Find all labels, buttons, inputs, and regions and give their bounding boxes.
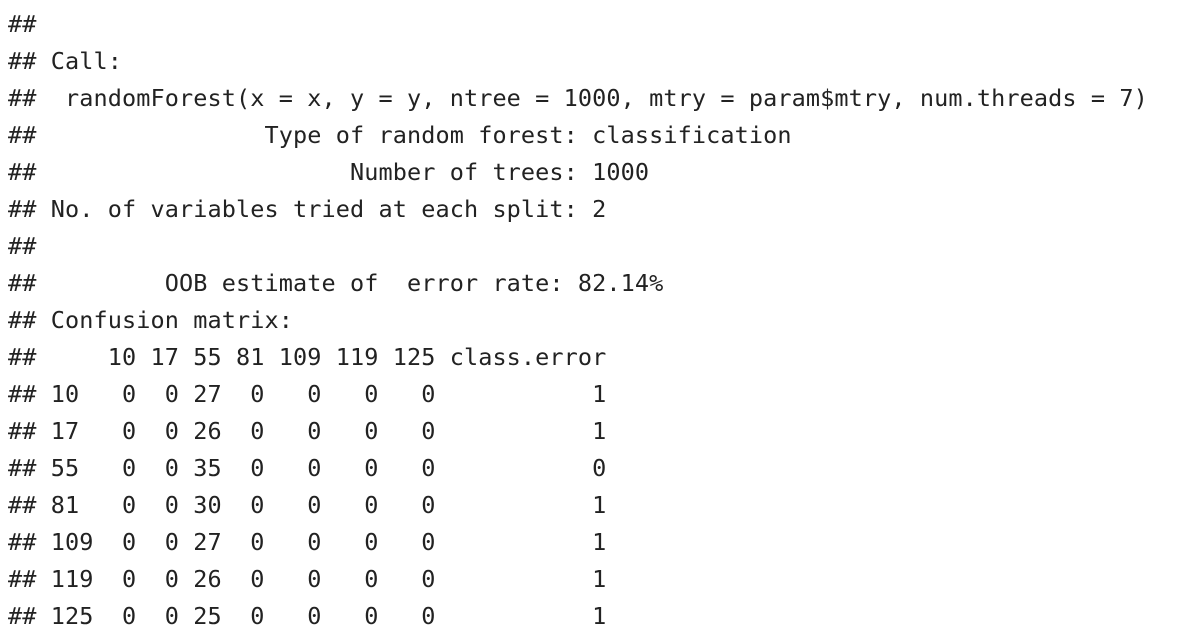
output-line-call: ## randomForest(x = x, y = y, ntree = 10… bbox=[8, 84, 1148, 112]
output-line-blank: ## bbox=[8, 10, 37, 38]
confusion-column-headers: ## 10 17 55 81 109 119 125 class.error bbox=[8, 343, 607, 371]
confusion-row: ## 55 0 0 35 0 0 0 0 0 bbox=[8, 454, 607, 482]
r-console-output: ## ## Call: ## randomForest(x = x, y = y, … bbox=[8, 6, 1148, 635]
confusion-row: ## 10 0 0 27 0 0 0 0 1 bbox=[8, 380, 607, 408]
output-line-oob-error: ## OOB estimate of error rate: 82.14% bbox=[8, 269, 664, 297]
confusion-row: ## 125 0 0 25 0 0 0 0 1 bbox=[8, 602, 607, 630]
confusion-row: ## 81 0 0 30 0 0 0 0 1 bbox=[8, 491, 607, 519]
confusion-row: ## 119 0 0 26 0 0 0 0 1 bbox=[8, 565, 607, 593]
confusion-row: ## 17 0 0 26 0 0 0 0 1 bbox=[8, 417, 607, 445]
confusion-row: ## 109 0 0 27 0 0 0 0 1 bbox=[8, 528, 607, 556]
output-line-blank: ## bbox=[8, 232, 37, 260]
output-line-forest-type: ## Type of random forest: classification bbox=[8, 121, 792, 149]
output-line-call-header: ## Call: bbox=[8, 47, 122, 75]
output-line-number-of-trees: ## Number of trees: 1000 bbox=[8, 158, 650, 186]
output-line-confusion-header: ## Confusion matrix: bbox=[8, 306, 293, 334]
output-line-mtry: ## No. of variables tried at each split:… bbox=[8, 195, 607, 223]
